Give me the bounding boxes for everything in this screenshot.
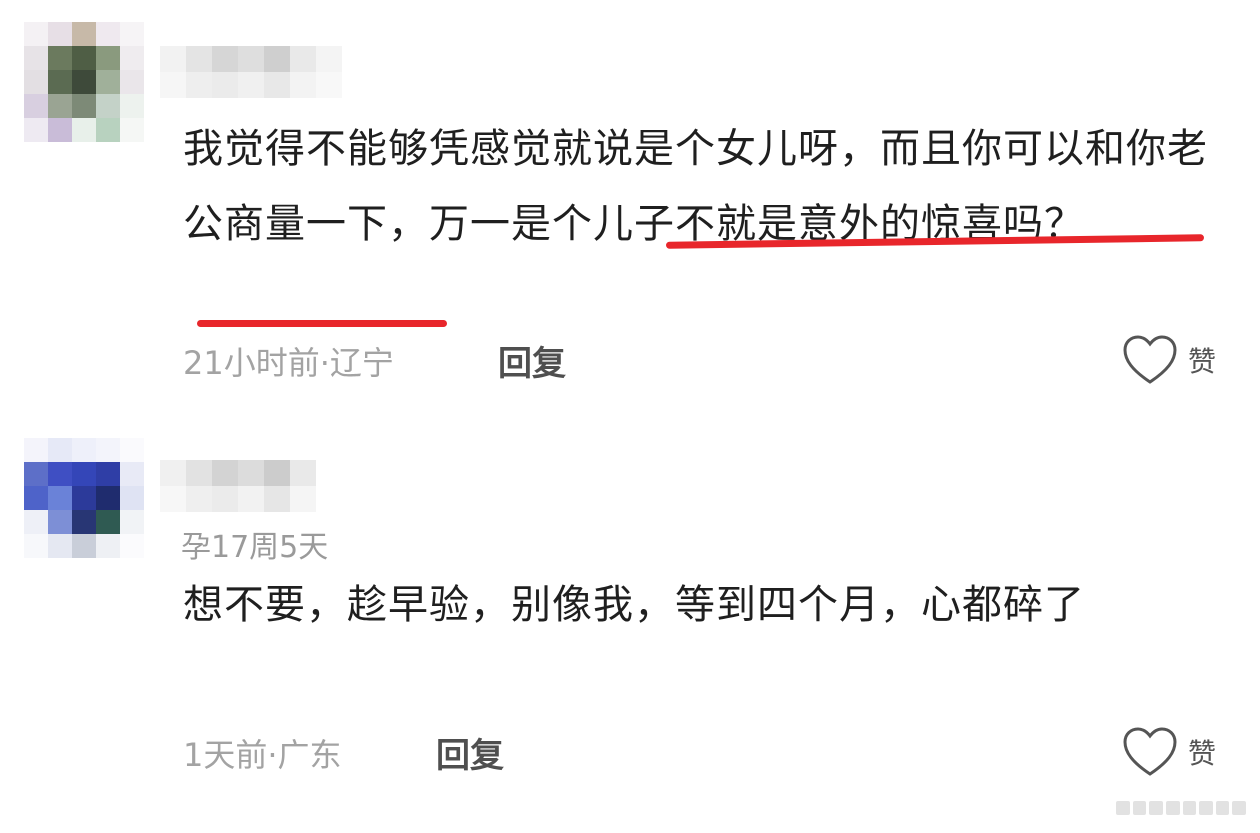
reply-button[interactable]: 回复 (436, 728, 504, 777)
meta-separator: · (319, 344, 330, 382)
comment-item: 我觉得不能够凭感觉就说是个女儿呀，而且你可以和你老公商量一下，万一是个儿子不就是… (0, 0, 1260, 410)
comment-item: 孕17周5天 想不要，趁早验，别像我，等到四个月，心都碎了 1天前·广东 回复 … (0, 410, 1260, 833)
comment-time: 1天前 (183, 736, 268, 774)
pregnancy-status: 孕17周5天 (181, 530, 329, 565)
reply-button[interactable]: 回复 (498, 336, 566, 385)
watermark-blurred (1116, 801, 1246, 815)
user-avatar[interactable] (24, 22, 144, 142)
heart-outline-icon[interactable] (1122, 726, 1178, 778)
username-blurred[interactable] (160, 46, 342, 98)
red-underline-mark (197, 320, 447, 327)
user-avatar[interactable] (24, 438, 144, 558)
comment-location: 广东 (277, 736, 342, 774)
comment-time: 21小时前 (183, 344, 320, 382)
heart-outline-icon[interactable] (1122, 334, 1178, 386)
like-label[interactable]: 赞 (1188, 732, 1216, 772)
comment-meta: 21小时前·辽宁 (183, 338, 394, 384)
username-blurred[interactable] (160, 460, 316, 512)
like-label[interactable]: 赞 (1188, 340, 1216, 380)
comment-text: 想不要，趁早验，别像我，等到四个月，心都碎了 (183, 582, 1085, 628)
meta-separator: · (267, 736, 278, 774)
comment-location: 辽宁 (329, 344, 394, 382)
comment-meta: 1天前·广东 (183, 730, 342, 776)
